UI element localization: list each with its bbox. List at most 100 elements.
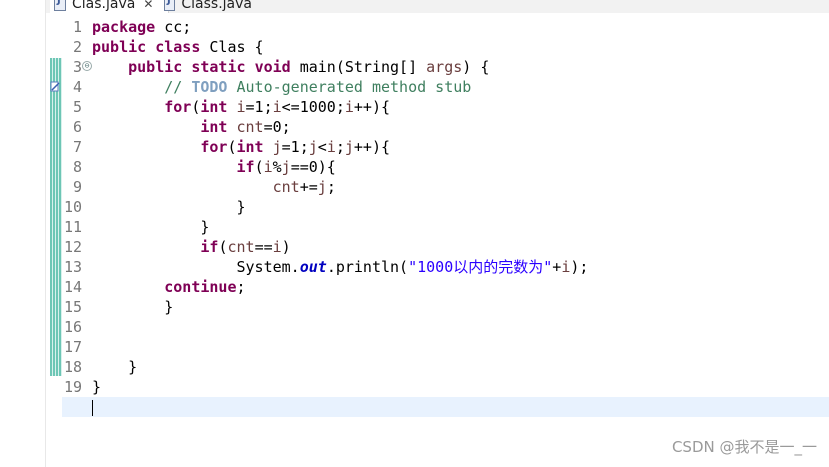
variable: j — [308, 138, 318, 156]
code-text: == — [254, 238, 273, 256]
code-line-8[interactable]: if(i%j==0){ — [92, 157, 829, 177]
keyword: int — [236, 138, 264, 156]
code-line-19[interactable]: } — [92, 377, 829, 397]
line-number: 5 — [72, 98, 82, 116]
code-line-17[interactable] — [92, 337, 829, 357]
line-number: 6 — [72, 118, 82, 136]
tab-label: Clas.java — [72, 0, 136, 12]
line-number: 17 — [63, 338, 82, 356]
code-line-2[interactable]: public class Clas { — [92, 37, 829, 57]
variable: i — [344, 98, 354, 116]
code-line-3[interactable]: public static void main(String[] args) { — [92, 57, 829, 77]
code-text: ) { — [462, 58, 490, 76]
code-text: < — [317, 138, 327, 156]
keyword: int — [200, 98, 228, 116]
code-text: } — [236, 198, 246, 216]
text-cursor — [92, 399, 93, 416]
line-number: 11 — [63, 218, 82, 236]
line-number: 2 — [72, 38, 82, 56]
code-text: % — [272, 158, 282, 176]
variable: j — [344, 138, 354, 156]
code-line-7[interactable]: for(int j=1;j<i;j++){ — [92, 137, 829, 157]
code-text: ; — [335, 138, 345, 156]
quick-diff-change-bar[interactable] — [50, 58, 62, 376]
code-text: =0; — [263, 118, 291, 136]
keyword: int — [200, 118, 228, 136]
code-line-14[interactable]: continue; — [92, 277, 829, 297]
code-text: ); — [570, 258, 589, 276]
code-text: ) — [281, 238, 291, 256]
variable: i — [326, 138, 336, 156]
code-line-6[interactable]: int cnt=0; — [92, 117, 829, 137]
keyword: package — [92, 18, 156, 36]
line-number: 19 — [63, 378, 82, 396]
string-literal: "1000以内的完数为" — [408, 258, 553, 276]
code-editor[interactable]: package cc; public class Clas { public s… — [62, 17, 829, 417]
tab-clas-java[interactable]: Clas.java ✕ — [50, 0, 169, 13]
code-text: =1; — [245, 98, 273, 116]
csdn-watermark: CSDN @我不是一_一 — [671, 438, 817, 456]
line-number: 3 — [72, 58, 82, 76]
keyword: if — [200, 238, 219, 256]
code-text: } — [200, 218, 210, 236]
code-text: <=1000; — [281, 98, 345, 116]
code-line-12[interactable]: if(cnt==i) — [92, 237, 829, 257]
line-number: 7 — [72, 138, 82, 156]
parameter: args — [426, 58, 463, 76]
keyword: static — [191, 58, 246, 76]
comment: // — [164, 78, 192, 96]
todo-tag: TODO — [191, 78, 228, 96]
code-line-20-current[interactable] — [62, 397, 829, 417]
keyword: for — [200, 138, 228, 156]
line-number: 16 — [63, 318, 82, 336]
line-number: 18 — [63, 358, 82, 376]
close-icon[interactable]: ✕ — [143, 0, 153, 11]
keyword: continue — [164, 278, 237, 296]
keyword: for — [164, 98, 192, 116]
code-line-5[interactable]: for(int i=1;i<=1000;i++){ — [92, 97, 829, 117]
task-marker-icon[interactable] — [50, 80, 62, 94]
variable: i — [263, 158, 273, 176]
code-line-15[interactable]: } — [92, 297, 829, 317]
comment: Auto-generated method stub — [227, 78, 472, 96]
variable: j — [317, 178, 327, 196]
code-text: cc; — [155, 18, 192, 36]
code-line-18[interactable]: } — [92, 357, 829, 377]
line-number: 8 — [72, 158, 82, 176]
code-text: =1; — [281, 138, 309, 156]
code-text: } — [128, 358, 138, 376]
line-number: 14 — [63, 278, 82, 296]
code-line-13[interactable]: System.out.println("1000以内的完数为"+i); — [92, 257, 829, 277]
code-text: System. — [236, 258, 300, 276]
editor-tab-bar: Clas.java ✕ Class.java — [46, 0, 829, 13]
tab-label: Class.java — [181, 0, 252, 12]
code-line-16[interactable] — [92, 317, 829, 337]
code-text: ; — [326, 178, 336, 196]
code-line-1[interactable]: package cc; — [92, 17, 829, 37]
fold-collapse-icon[interactable]: ⊖ — [82, 61, 92, 71]
code-line-11[interactable]: } — [92, 217, 829, 237]
code-line-10[interactable]: } — [92, 197, 829, 217]
line-number: 13 — [63, 258, 82, 276]
code-line-4[interactable]: // TODO Auto-generated method stub — [92, 77, 829, 97]
line-number: 9 — [72, 178, 82, 196]
code-line-9[interactable]: cnt+=j; — [92, 177, 829, 197]
java-file-icon — [54, 0, 66, 11]
tab-class-java[interactable]: Class.java — [160, 0, 258, 13]
variable: i — [272, 238, 282, 256]
left-panel-edge — [0, 0, 46, 467]
keyword: void — [254, 58, 291, 76]
code-text: ( — [254, 158, 264, 176]
